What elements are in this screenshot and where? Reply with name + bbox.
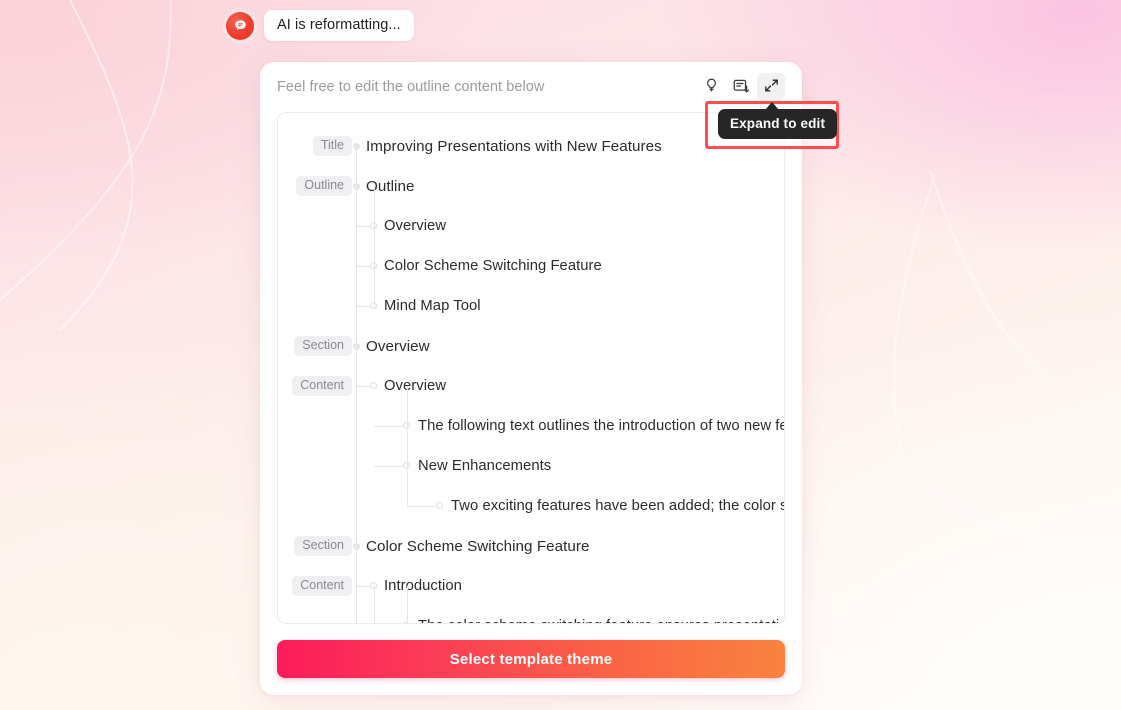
outline-row[interactable]: Content Introduction — [278, 566, 784, 606]
outline-row-badge-cell: Section — [278, 536, 352, 556]
outline-row[interactable]: Overview — [278, 206, 784, 246]
outline-row-text: The following text outlines the introduc… — [418, 418, 784, 434]
outline-row[interactable]: The following text outlines the introduc… — [278, 406, 784, 446]
tree-node-dot — [403, 422, 410, 429]
outline-row-tree-cell: Overview — [352, 366, 784, 406]
tree-node-dot — [370, 262, 377, 269]
outline-row-tree-cell: Introduction — [352, 566, 784, 606]
outline-row[interactable]: Mind Map Tool — [278, 286, 784, 326]
outline-editor-card: Feel free to edit the outline content be… — [260, 62, 802, 695]
outline-row-text: Two exciting features have been added; t… — [451, 498, 784, 514]
tree-connector-line — [374, 466, 403, 467]
expand-arrows-icon — [763, 77, 780, 97]
outline-row-badge-cell: Section — [278, 336, 352, 356]
tree-node-dot — [403, 622, 410, 623]
tree-node-dot — [436, 502, 443, 509]
outline-row-tree-cell: The color scheme switching feature ensur… — [352, 606, 784, 623]
expand-to-edit-button[interactable] — [757, 73, 785, 101]
chat-bubble-icon — [226, 11, 254, 40]
tree-connector-line — [356, 226, 370, 227]
tree-node-dot — [370, 382, 377, 389]
outline-row-text: Mind Map Tool — [384, 298, 481, 314]
tree-node-dot — [353, 143, 360, 150]
outline-row-tree-cell: Overview — [352, 326, 784, 366]
outline-row[interactable]: New Enhancements — [278, 446, 784, 486]
card-header: Feel free to edit the outline content be… — [260, 62, 802, 112]
outline-row-tree-cell: Color Scheme Switching Feature — [352, 526, 784, 566]
tree-node-dot — [370, 582, 377, 589]
outline-row-text: Color Scheme Switching Feature — [366, 537, 590, 555]
outline-row-text: The color scheme switching feature ensur… — [418, 618, 784, 623]
outline-row[interactable]: Color Scheme Switching Feature — [278, 246, 784, 286]
outline-row-text: Overview — [366, 337, 430, 355]
tree-node-dot — [353, 543, 360, 550]
idea-lightbulb-icon — [703, 77, 720, 97]
outline-row-badge: Content — [292, 376, 352, 396]
outline-row-text: Improving Presentations with New Feature… — [366, 137, 662, 155]
outline-row-text: Color Scheme Switching Feature — [384, 258, 602, 274]
outline-row[interactable]: Title Improving Presentations with New Fe… — [278, 126, 784, 166]
idea-lightbulb-button[interactable] — [697, 73, 725, 101]
outline-row[interactable]: Content Overview — [278, 366, 784, 406]
outline-row-badge: Title — [312, 136, 352, 156]
outline-row-tree-cell: The following text outlines the introduc… — [352, 406, 784, 446]
outline-row-badge-cell: Title — [278, 136, 352, 156]
tree-connector-line — [356, 386, 370, 387]
ai-status-message: AI is reformatting... — [264, 10, 414, 41]
tree-connector-line — [356, 266, 370, 267]
tree-connector-line — [374, 426, 403, 427]
outline-row-tree-cell: Outline — [352, 166, 784, 206]
outline-row[interactable]: Section Overview — [278, 326, 784, 366]
outline-row[interactable]: The color scheme switching feature ensur… — [278, 606, 784, 623]
outline-row-text: Outline — [366, 177, 415, 195]
outline-row-tree-cell: Color Scheme Switching Feature — [352, 246, 784, 286]
tree-node-dot — [403, 462, 410, 469]
tree-node-dot — [370, 222, 377, 229]
ai-status-row: AI is reformatting... — [226, 10, 414, 41]
outline-row-text: Overview — [384, 218, 447, 234]
outline-row-tree-cell: New Enhancements — [352, 446, 784, 486]
card-hint-text: Feel free to edit the outline content be… — [277, 79, 545, 95]
tree-node-dot — [353, 183, 360, 190]
outline-row-badge: Outline — [296, 176, 352, 196]
outline-row-badge-cell: Content — [278, 376, 352, 396]
outline-row-tree-cell: Mind Map Tool — [352, 286, 784, 326]
outline-rows: Title Improving Presentations with New Fe… — [278, 113, 784, 623]
outline-row[interactable]: Outline Outline — [278, 166, 784, 206]
outline-row-badge: Section — [294, 336, 352, 356]
header-actions — [697, 73, 785, 101]
outline-row-tree-cell: Two exciting features have been added; t… — [352, 486, 784, 526]
tree-connector-line — [356, 586, 370, 587]
tree-node-dot — [353, 343, 360, 350]
card-footer: Select template theme — [260, 624, 802, 695]
format-outline-icon — [732, 77, 750, 98]
tree-connector-line — [356, 306, 370, 307]
outline-row[interactable]: Section Color Scheme Switching Feature — [278, 526, 784, 566]
outline-row-badge-cell: Outline — [278, 176, 352, 196]
outline-row-badge: Content — [292, 576, 352, 596]
outline-row[interactable]: Two exciting features have been added; t… — [278, 486, 784, 526]
outline-row-text: Introduction — [384, 578, 462, 594]
outline-row-text: New Enhancements — [418, 458, 552, 474]
outline-row-badge-cell: Content — [278, 576, 352, 596]
tree-node-dot — [370, 302, 377, 309]
format-outline-button[interactable] — [727, 73, 755, 101]
outline-content-box[interactable]: Title Improving Presentations with New Fe… — [277, 112, 785, 624]
expand-to-edit-tooltip: Expand to edit — [718, 109, 838, 139]
tree-connector-line — [407, 506, 436, 507]
outline-row-text: Overview — [384, 378, 447, 394]
outline-row-tree-cell: Overview — [352, 206, 784, 246]
outline-row-badge: Section — [294, 536, 352, 556]
select-template-theme-button[interactable]: Select template theme — [277, 640, 785, 678]
